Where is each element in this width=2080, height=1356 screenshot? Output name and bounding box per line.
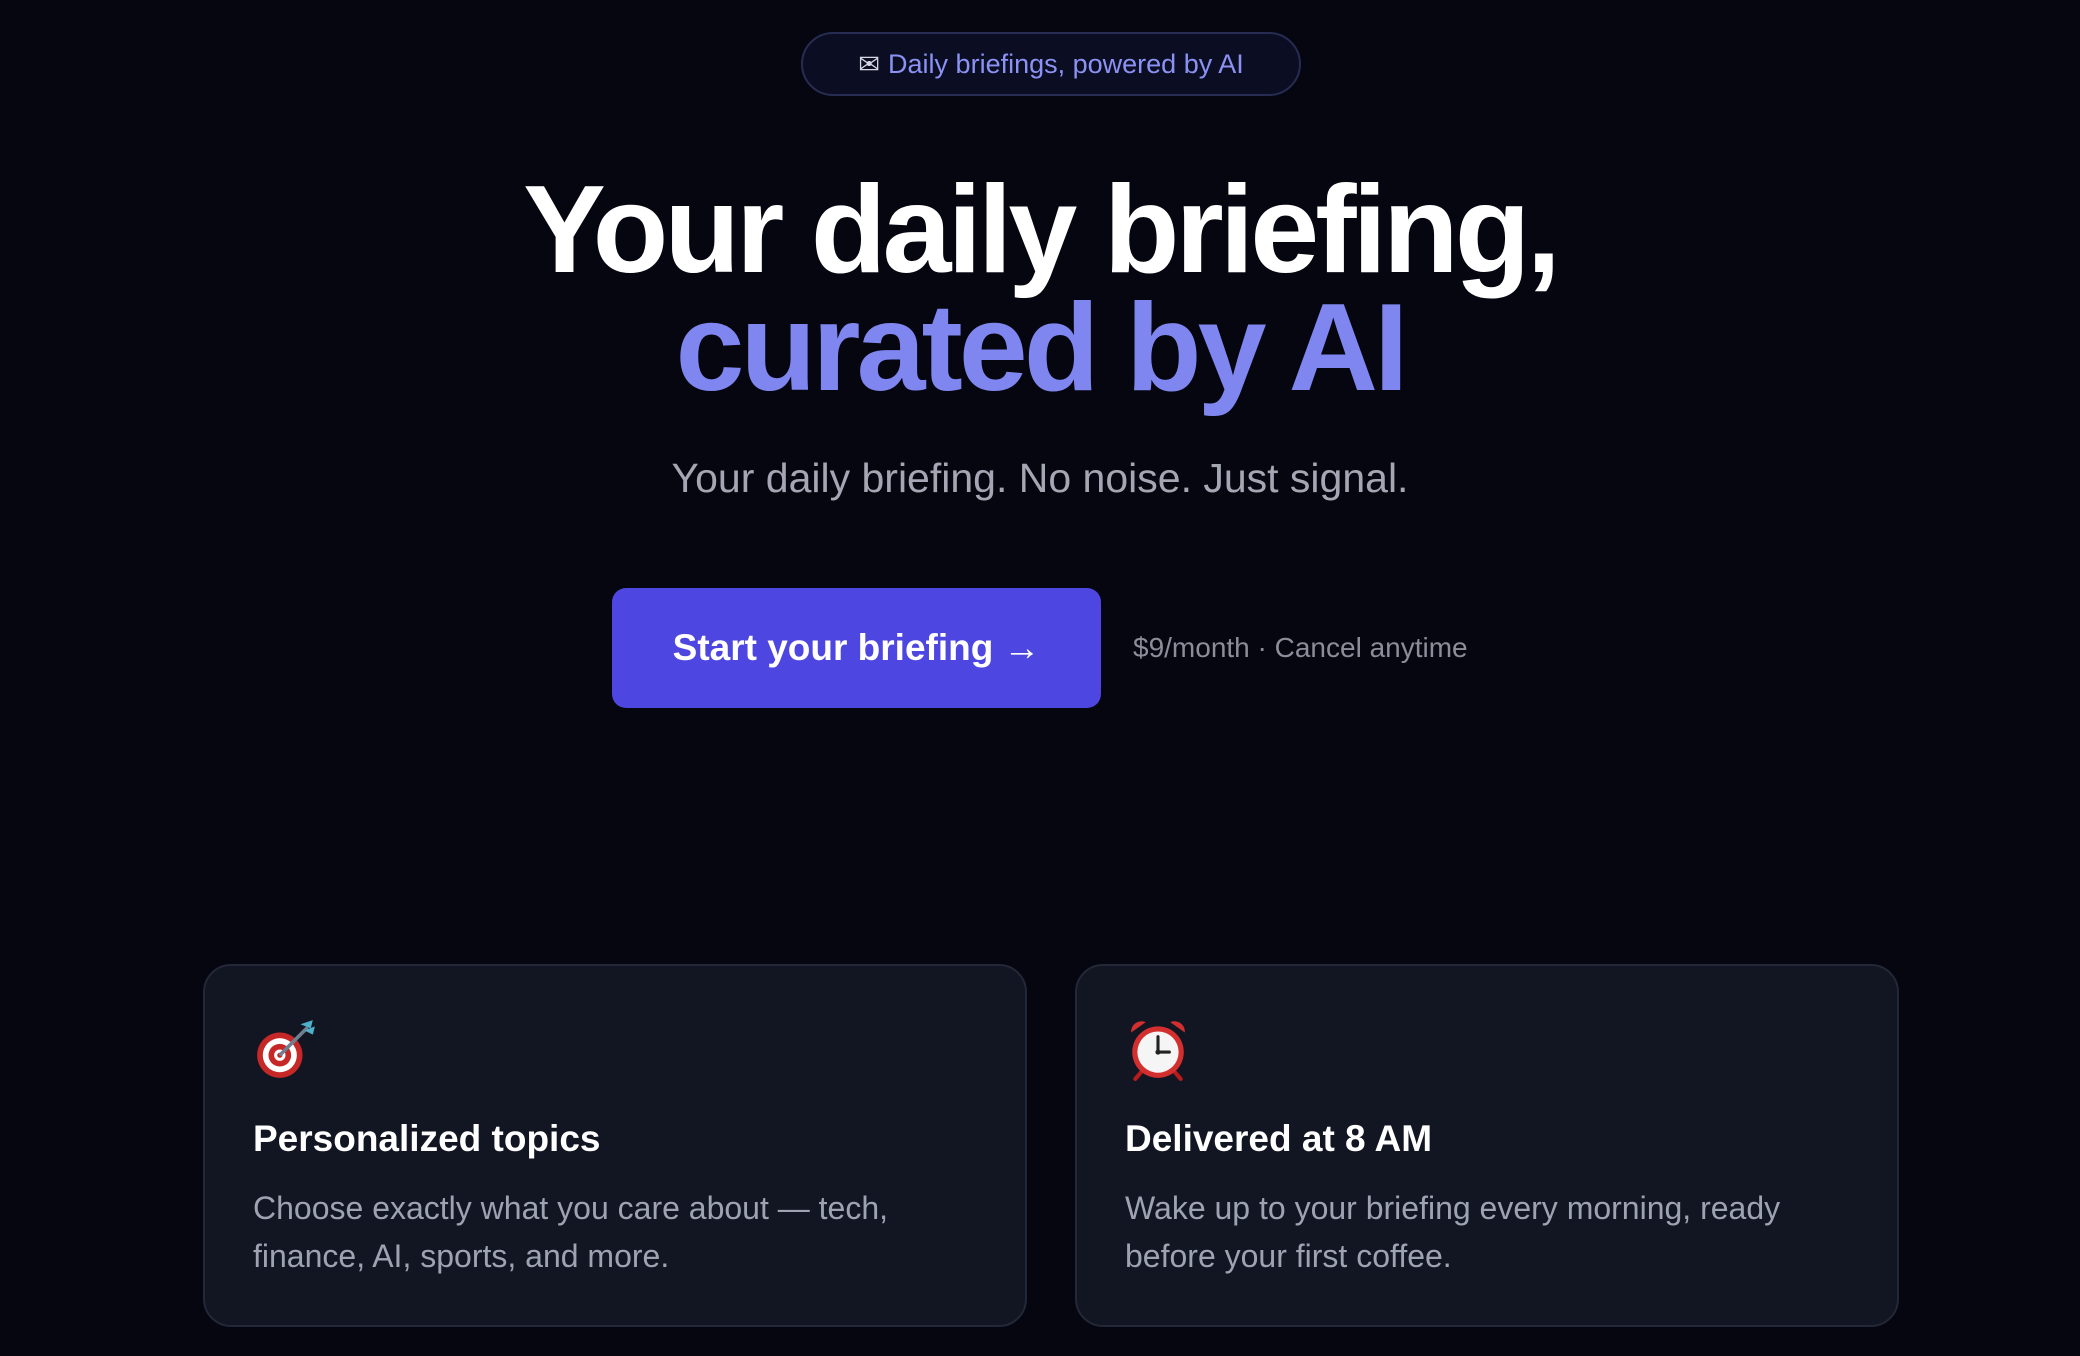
start-briefing-button[interactable]: Start your briefing → <box>612 588 1101 708</box>
start-briefing-label: Start your briefing <box>672 627 994 668</box>
feature-title: Delivered at 8 AM <box>1125 1118 1433 1159</box>
announcement-badge: ✉ Daily briefings, powered by AI <box>801 32 1301 96</box>
headline-primary: Your daily briefing, <box>523 161 1561 299</box>
feature-title: Personalized topics <box>253 1118 601 1159</box>
feature-card-delivered: Delivered at 8 AM Wake up to your briefi… <box>1075 964 1899 1327</box>
subheadline: Your daily briefing. No noise. Just sign… <box>671 455 1409 501</box>
pricing-note: $9/month · Cancel anytime <box>1133 632 1468 663</box>
arrow-right-icon: → <box>1003 627 1041 668</box>
feature-description: Choose exactly what you care about — tec… <box>253 1190 889 1274</box>
headline-accent: curated by AI <box>675 279 1409 417</box>
badge-text: Daily briefings, powered by AI <box>888 48 1244 79</box>
feature-card-personalized-topics: Personalized topics Choose exactly what … <box>203 964 1027 1327</box>
envelope-icon: ✉ <box>858 48 881 79</box>
alarm-clock-icon <box>1131 1021 1185 1081</box>
target-icon <box>257 1020 315 1078</box>
feature-description: Wake up to your briefing every morning, … <box>1125 1190 1781 1274</box>
